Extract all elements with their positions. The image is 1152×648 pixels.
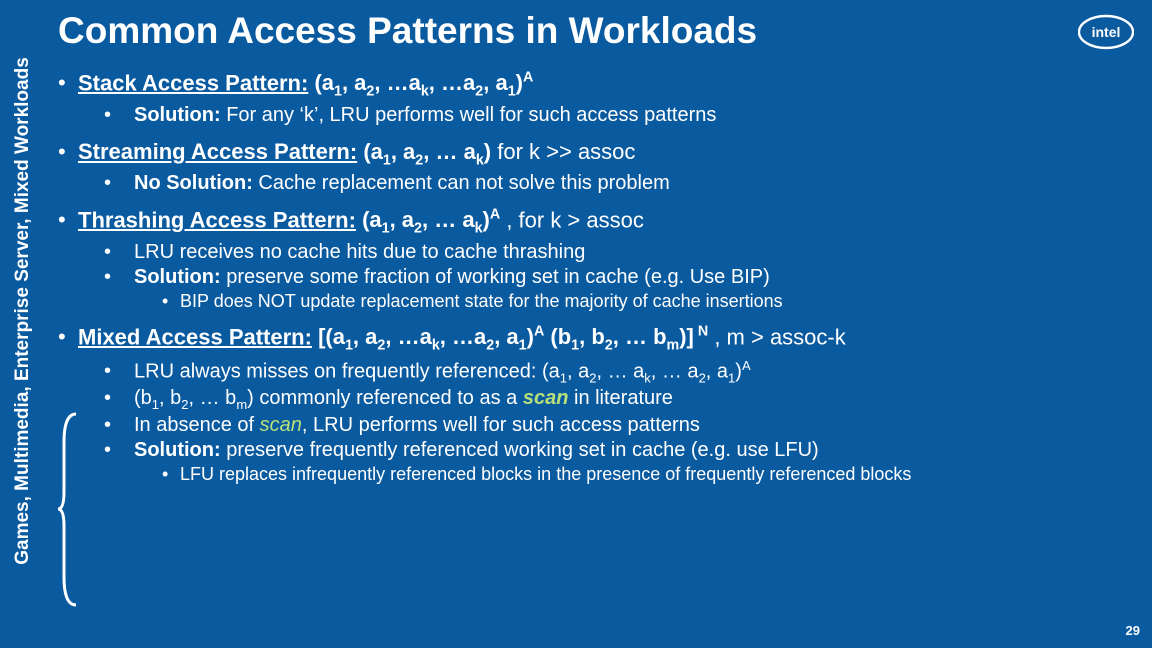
page-number: 29 [1126, 623, 1140, 638]
mixed-subs: • LRU always misses on frequently refere… [104, 358, 1142, 486]
streaming-subs: •No Solution: Cache replacement can not … [104, 172, 1142, 195]
slide-content: Common Access Patterns in Workloads • St… [58, 10, 1142, 497]
bullet-mixed: • Mixed Access Pattern: [(a1, a2, …ak, …… [58, 324, 1142, 354]
thrashing-label: Thrashing Access Pattern: [78, 207, 356, 232]
mixed-sequence: [(a1, a2, …ak, …a2, a1)A (b1, b2, … bm)]… [318, 324, 714, 349]
thrashing-subs: •LRU receives no cache hits due to cache… [104, 241, 1142, 312]
streaming-sequence: (a1, a2, … ak) [363, 139, 497, 164]
streaming-label: Streaming Access Pattern: [78, 139, 357, 164]
mixed-sub4: Solution: preserve frequently referenced… [134, 439, 819, 462]
thrashing-tail: , for k > assoc [506, 207, 644, 232]
bullet-dot-icon: • [58, 209, 78, 231]
stack-sequence: (a1, a2, …ak, …a2, a1)A [314, 70, 533, 95]
mixed-sub1: LRU always misses on frequently referenc… [134, 358, 751, 386]
slide-title: Common Access Patterns in Workloads [58, 10, 1142, 52]
mixed-tail: , m > assoc-k [714, 324, 845, 349]
bullet-thrashing: • Thrashing Access Pattern: (a1, a2, … a… [58, 207, 1142, 237]
mixed-subsub: LFU replaces infrequently referenced blo… [180, 464, 911, 485]
mixed-sub2: (b1, b2, … bm) commonly referenced to as… [134, 387, 673, 412]
bullet-streaming: • Streaming Access Pattern: (a1, a2, … a… [58, 139, 1142, 168]
bullet-dot-icon: • [58, 72, 78, 94]
streaming-tail: for k >> assoc [497, 139, 635, 164]
bullet-dot-icon: • [58, 326, 78, 348]
mixed-sub3: In absence of scan, LRU performs well fo… [134, 414, 700, 437]
bullet-dot-icon: • [58, 141, 78, 163]
side-rotated-label: Games, Multimedia, Enterprise Server, Mi… [12, 16, 34, 606]
thrashing-sequence: (a1, a2, … ak)A [362, 207, 506, 232]
mixed-label: Mixed Access Pattern: [78, 324, 312, 349]
stack-subs: •Solution: For any ‘k’, LRU performs wel… [104, 104, 1142, 127]
thrashing-subsub: BIP does NOT update replacement state fo… [180, 291, 783, 312]
bullet-stack: • Stack Access Pattern: (a1, a2, …ak, …a… [58, 70, 1142, 100]
stack-label: Stack Access Pattern: [78, 70, 308, 95]
